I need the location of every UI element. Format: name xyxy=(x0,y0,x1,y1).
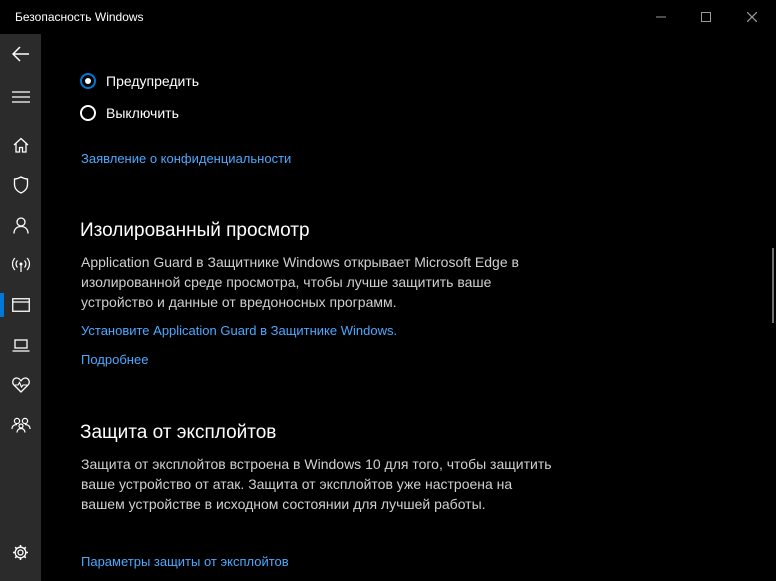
main-content: Предупредить Выключить Заявление о конфи… xyxy=(41,34,776,581)
radio-button-checked[interactable] xyxy=(80,73,96,89)
close-button[interactable] xyxy=(729,0,775,34)
sidebar-item-device-security[interactable] xyxy=(0,325,41,365)
radio-label-off: Выключить xyxy=(106,105,179,121)
exploit-protection-heading: Защита от эксплойтов xyxy=(80,422,277,443)
minimize-icon xyxy=(656,16,666,18)
install-app-guard-link[interactable]: Установите Application Guard в Защитнике… xyxy=(81,323,397,338)
close-icon xyxy=(747,12,757,22)
hamburger-menu-icon xyxy=(11,91,30,103)
vertical-scrollbar[interactable] xyxy=(772,248,774,323)
sidebar-item-virus-protection[interactable] xyxy=(0,165,41,205)
isolated-browsing-heading: Изолированный просмотр xyxy=(80,220,310,241)
gear-icon xyxy=(13,544,28,560)
radio-option-off[interactable]: Выключить xyxy=(80,101,179,125)
shield-icon xyxy=(13,176,28,194)
maximize-icon xyxy=(701,12,711,22)
radio-option-warn[interactable]: Предупредить xyxy=(80,69,199,93)
sidebar-item-account-protection[interactable] xyxy=(0,205,41,245)
window-title: Безопасность Windows xyxy=(15,10,144,24)
sidebar-item-firewall[interactable] xyxy=(0,245,41,285)
sidebar-item-app-browser-control[interactable] xyxy=(0,285,41,325)
sidebar-item-family-options[interactable] xyxy=(0,405,41,445)
exploit-protection-settings-link[interactable]: Параметры защиты от эксплойтов xyxy=(81,554,289,569)
radio-button-unchecked[interactable] xyxy=(80,105,96,121)
back-button[interactable] xyxy=(0,34,41,74)
minimize-button[interactable] xyxy=(638,0,684,34)
radio-label-warn: Предупредить xyxy=(106,73,200,89)
privacy-statement-link[interactable]: Заявление о конфиденциальности xyxy=(81,151,291,166)
sidebar-nav xyxy=(0,34,41,581)
learn-more-link[interactable]: Подробнее xyxy=(81,352,148,367)
home-icon xyxy=(13,137,28,153)
maximize-button[interactable] xyxy=(683,0,729,34)
sidebar-item-home[interactable] xyxy=(0,125,41,165)
isolated-browsing-description: Application Guard в Защитнике Windows от… xyxy=(81,254,519,310)
sidebar-item-device-performance[interactable] xyxy=(0,365,41,405)
heart-health-icon xyxy=(11,377,30,393)
back-arrow-icon xyxy=(11,46,29,62)
sidebar-item-settings[interactable] xyxy=(0,532,41,572)
person-icon xyxy=(12,216,29,234)
app-browser-icon xyxy=(11,298,30,312)
family-icon xyxy=(10,417,31,433)
wireless-signal-icon xyxy=(11,257,30,272)
title-bar: Безопасность Windows xyxy=(0,0,776,34)
laptop-icon xyxy=(12,338,29,352)
menu-button[interactable] xyxy=(0,77,41,117)
exploit-protection-description: Защита от эксплойтов встроена в Windows … xyxy=(81,456,552,512)
